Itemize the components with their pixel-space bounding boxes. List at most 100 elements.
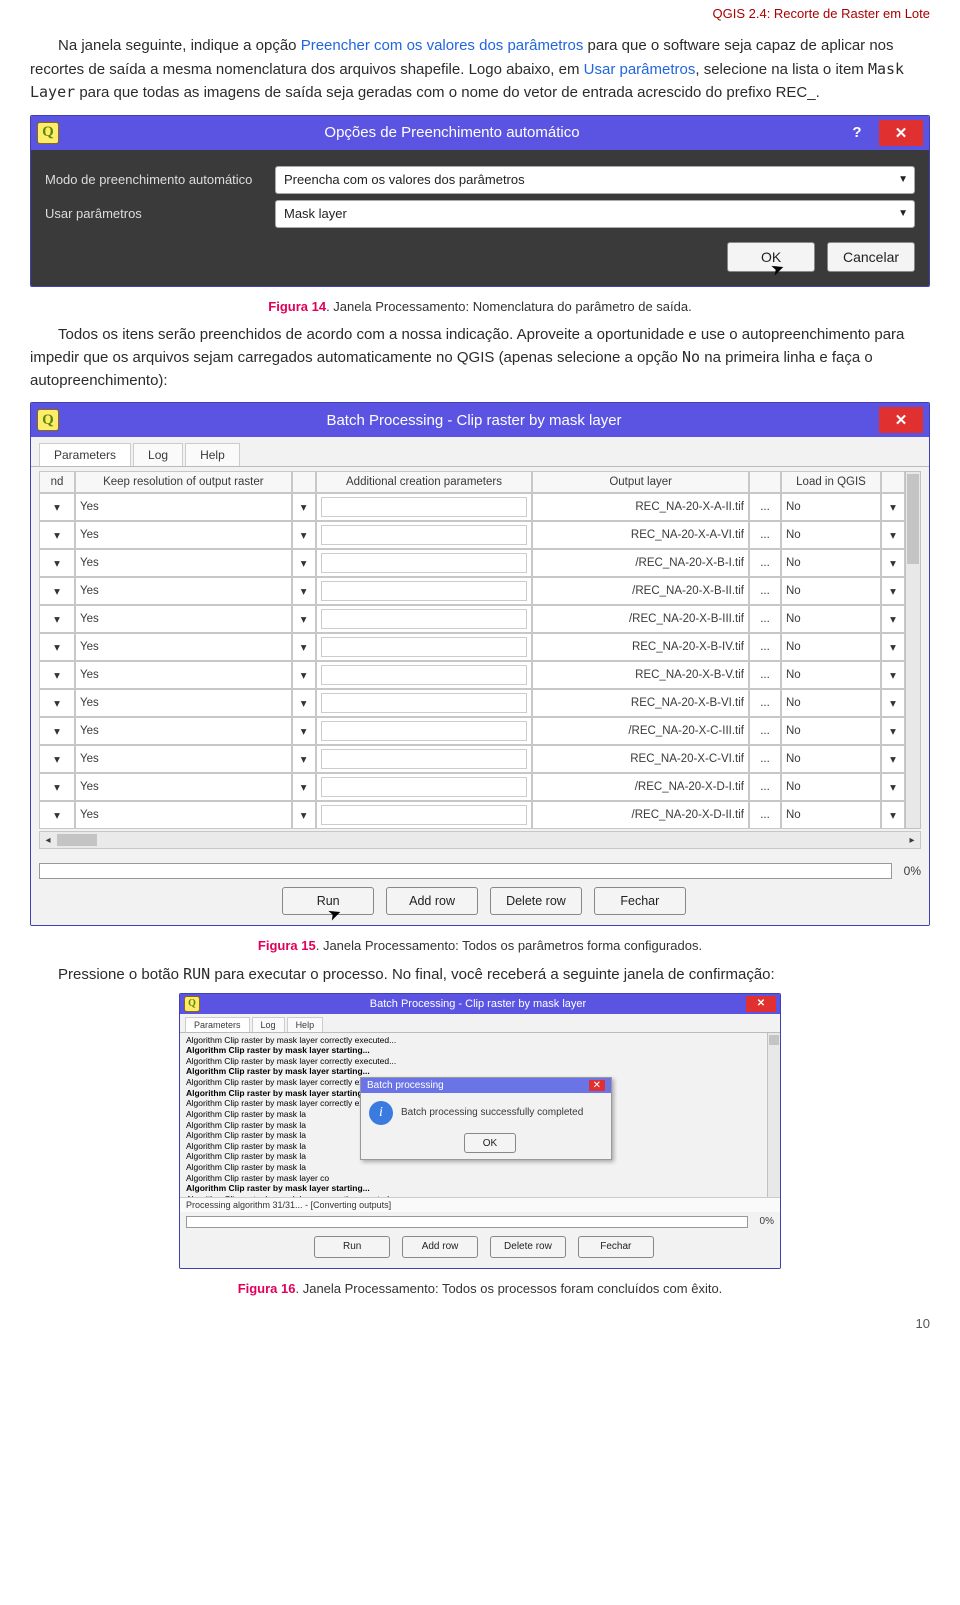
scroll-left-icon[interactable]: ◂	[40, 835, 56, 846]
load-qgis-dd[interactable]: ▾	[881, 521, 905, 549]
close-icon[interactable]: ✕	[589, 1080, 605, 1091]
row-dd[interactable]: ▾	[39, 549, 75, 577]
keep-res-dd[interactable]: ▾	[292, 745, 316, 773]
load-qgis-dd[interactable]: ▾	[881, 577, 905, 605]
addparams-input[interactable]	[321, 805, 528, 825]
keep-res-dd[interactable]: ▾	[292, 577, 316, 605]
addparams-input[interactable]	[321, 777, 528, 797]
add-row-button[interactable]: Add row	[386, 887, 478, 915]
vertical-scrollbar[interactable]	[905, 471, 921, 829]
close-button[interactable]: Fechar	[594, 887, 686, 915]
horizontal-scrollbar[interactable]: ◂ ▸	[39, 831, 921, 849]
addparams-input[interactable]	[321, 581, 528, 601]
addparams-input[interactable]	[321, 497, 528, 517]
use-params-combo[interactable]: Mask layer▼	[275, 200, 915, 228]
row-dd[interactable]: ▾	[39, 689, 75, 717]
browse-button[interactable]: ...	[749, 633, 781, 661]
tab-parameters[interactable]: Parameters	[185, 1017, 250, 1032]
row-dd[interactable]: ▾	[39, 605, 75, 633]
browse-button[interactable]: ...	[749, 605, 781, 633]
keep-res-dd[interactable]: ▾	[292, 493, 316, 521]
keep-res-dd[interactable]: ▾	[292, 521, 316, 549]
run-button[interactable]: Run	[314, 1236, 390, 1258]
row-dd[interactable]: ▾	[39, 521, 75, 549]
close-button[interactable]: Fechar	[578, 1236, 654, 1258]
addparams-input[interactable]	[321, 637, 528, 657]
addparams-input[interactable]	[321, 721, 528, 741]
load-qgis-dd[interactable]: ▾	[881, 661, 905, 689]
status-line: Processing algorithm 31/31... - [Convert…	[180, 1198, 780, 1212]
addparams-input[interactable]	[321, 665, 528, 685]
tab-help[interactable]: Help	[185, 443, 240, 466]
row-dd[interactable]: ▾	[39, 493, 75, 521]
tab-log[interactable]: Log	[133, 443, 183, 466]
browse-button[interactable]: ...	[749, 521, 781, 549]
ok-button[interactable]: OK➤	[727, 242, 815, 272]
browse-button[interactable]: ...	[749, 773, 781, 801]
output-path: /REC_NA-20-X-D-I.tif	[532, 773, 749, 801]
keep-res-dd[interactable]: ▾	[292, 773, 316, 801]
keep-res-value: Yes	[75, 689, 292, 717]
browse-button[interactable]: ...	[749, 493, 781, 521]
autofill-mode-combo[interactable]: Preencha com os valores dos parâmetros▼	[275, 166, 915, 194]
ok-button[interactable]: OK	[464, 1133, 516, 1153]
browse-button[interactable]: ...	[749, 745, 781, 773]
delete-row-button[interactable]: Delete row	[490, 887, 582, 915]
addparams-cell	[316, 801, 533, 829]
tab-parameters[interactable]: Parameters	[39, 443, 131, 466]
browse-button[interactable]: ...	[749, 549, 781, 577]
keep-res-dd[interactable]: ▾	[292, 661, 316, 689]
tab-help[interactable]: Help	[287, 1017, 324, 1032]
addparams-cell	[316, 745, 533, 773]
keep-res-dd[interactable]: ▾	[292, 801, 316, 829]
addparams-input[interactable]	[321, 525, 528, 545]
browse-button[interactable]: ...	[749, 717, 781, 745]
addparams-input[interactable]	[321, 553, 528, 573]
browse-button[interactable]: ...	[749, 577, 781, 605]
row-dd[interactable]: ▾	[39, 801, 75, 829]
dialog-title: Batch Processing - Clip raster by mask l…	[69, 412, 879, 429]
load-qgis-dd[interactable]: ▾	[881, 773, 905, 801]
keep-res-dd[interactable]: ▾	[292, 689, 316, 717]
row-dd[interactable]: ▾	[39, 577, 75, 605]
load-qgis-dd[interactable]: ▾	[881, 605, 905, 633]
add-row-button[interactable]: Add row	[402, 1236, 478, 1258]
help-icon[interactable]: ?	[835, 120, 879, 146]
close-icon[interactable]: ✕	[879, 120, 923, 146]
keep-res-dd[interactable]: ▾	[292, 633, 316, 661]
browse-button[interactable]: ...	[749, 801, 781, 829]
addparams-input[interactable]	[321, 693, 528, 713]
close-icon[interactable]: ✕	[746, 996, 776, 1012]
load-qgis-dd[interactable]: ▾	[881, 549, 905, 577]
scroll-right-icon[interactable]: ▸	[904, 835, 920, 846]
keep-res-dd[interactable]: ▾	[292, 549, 316, 577]
message-dialog: Batch processing✕ iBatch processing succ…	[360, 1077, 612, 1161]
figure-15-caption: Figura 15. Janela Processamento: Todos o…	[30, 938, 930, 953]
use-params-label: Usar parâmetros	[45, 206, 275, 221]
cancel-button[interactable]: Cancelar	[827, 242, 915, 272]
load-qgis-dd[interactable]: ▾	[881, 493, 905, 521]
vertical-scrollbar[interactable]	[767, 1033, 780, 1197]
browse-button[interactable]: ...	[749, 689, 781, 717]
run-button[interactable]: Run➤	[282, 887, 374, 915]
addparams-input[interactable]	[321, 609, 528, 629]
close-icon[interactable]: ✕	[879, 407, 923, 433]
row-dd[interactable]: ▾	[39, 745, 75, 773]
load-qgis-dd[interactable]: ▾	[881, 717, 905, 745]
load-qgis-dd[interactable]: ▾	[881, 745, 905, 773]
browse-button[interactable]: ...	[749, 661, 781, 689]
log-line: Algorithm Clip raster by mask layer star…	[186, 1183, 774, 1194]
row-dd[interactable]: ▾	[39, 633, 75, 661]
load-qgis-dd[interactable]: ▾	[881, 689, 905, 717]
keep-res-dd[interactable]: ▾	[292, 605, 316, 633]
load-qgis-dd[interactable]: ▾	[881, 633, 905, 661]
row-dd[interactable]: ▾	[39, 661, 75, 689]
keep-res-dd[interactable]: ▾	[292, 717, 316, 745]
qgis-icon: Q	[37, 122, 59, 144]
row-dd[interactable]: ▾	[39, 717, 75, 745]
delete-row-button[interactable]: Delete row	[490, 1236, 566, 1258]
addparams-input[interactable]	[321, 749, 528, 769]
tab-log[interactable]: Log	[252, 1017, 285, 1032]
row-dd[interactable]: ▾	[39, 773, 75, 801]
load-qgis-dd[interactable]: ▾	[881, 801, 905, 829]
